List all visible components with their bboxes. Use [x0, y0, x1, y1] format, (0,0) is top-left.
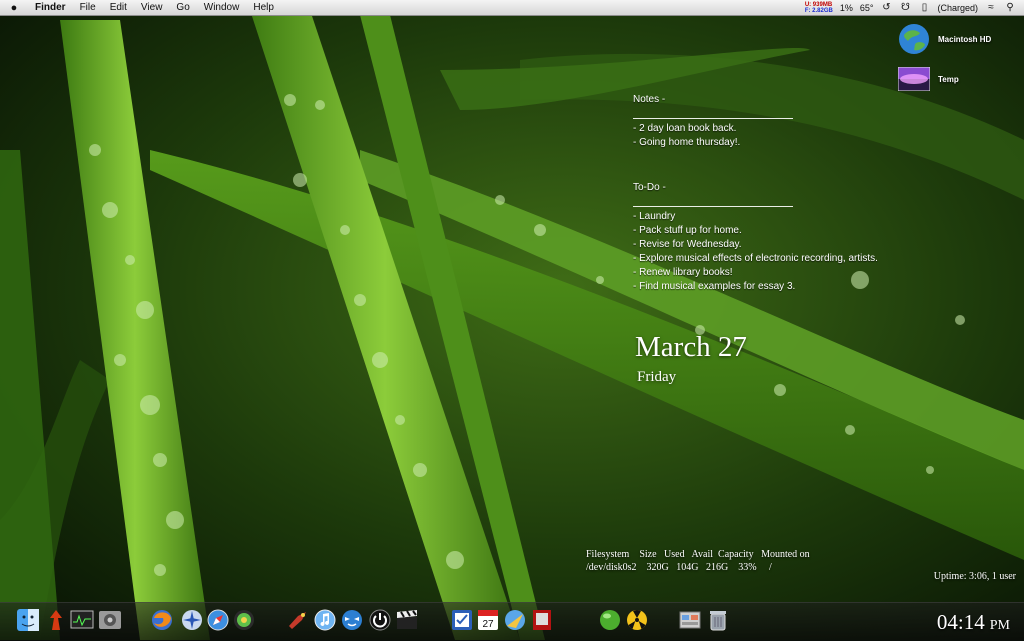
- headphones-icon[interactable]: ☋: [899, 2, 911, 14]
- cpu-usage[interactable]: 1%: [840, 3, 853, 13]
- notes-divider: [633, 118, 793, 119]
- system-prefs-icon[interactable]: [98, 608, 122, 632]
- desktop-icon-temp[interactable]: Temp: [898, 67, 959, 91]
- transmit-icon[interactable]: [286, 608, 310, 632]
- menu-help[interactable]: Help: [246, 0, 281, 15]
- stack-icon[interactable]: [44, 608, 68, 632]
- notes-item: - 2 day loan book back.: [633, 123, 737, 134]
- memory-free: F: 2.82GB: [804, 7, 833, 14]
- date-weekday: Friday: [637, 369, 677, 385]
- todo-item: - Revise for Wednesday.: [633, 239, 742, 250]
- quit-icon[interactable]: [368, 608, 392, 632]
- radiation-icon[interactable]: [625, 608, 649, 632]
- desktop-icon-label: Temp: [938, 74, 959, 84]
- notes-item: - Going home thursday!.: [633, 137, 741, 148]
- desktop-clock: 04:14 PM: [937, 610, 1010, 635]
- disk-usage-readout: Filesystem Size Used Avail Capacity Moun…: [586, 548, 810, 574]
- menu-edit[interactable]: Edit: [103, 0, 134, 15]
- todo-item: - Laundry: [633, 211, 676, 222]
- menu-file[interactable]: File: [73, 0, 103, 15]
- clock-time: 04:14: [936, 610, 985, 634]
- memory-monitor[interactable]: U: 939MB F: 2.82GB: [805, 2, 833, 14]
- firefox-icon[interactable]: [150, 608, 174, 632]
- menu-finder[interactable]: Finder: [28, 0, 73, 15]
- menu-bar: ● Finder File Edit View Go Window Help U…: [0, 0, 1024, 16]
- adium-icon[interactable]: [340, 608, 364, 632]
- temperature-readout[interactable]: 65°: [860, 3, 874, 13]
- todo-item: - Explore musical effects of electronic …: [633, 253, 878, 264]
- ical-icon[interactable]: 27: [476, 608, 500, 632]
- clapper-icon[interactable]: [395, 608, 419, 632]
- disk-usage-row: /dev/disk0s2 320G 104G 216G 33% /: [586, 562, 772, 573]
- todo-item: - Renew library books!: [633, 267, 733, 278]
- tasks-icon[interactable]: [450, 608, 474, 632]
- wifi-icon[interactable]: ≈: [985, 2, 997, 14]
- desktop-icon-macintosh-hd[interactable]: Macintosh HD: [898, 23, 991, 55]
- todo-item: - Find musical examples for essay 3.: [633, 281, 796, 292]
- menu-window[interactable]: Window: [197, 0, 247, 15]
- activity-monitor-icon[interactable]: [70, 608, 94, 632]
- desktop-icon-label: Macintosh HD: [938, 34, 992, 44]
- clock-ampm: PM: [989, 618, 1010, 633]
- svg-text:27: 27: [482, 619, 494, 630]
- todo-heading: To-Do -: [633, 182, 666, 193]
- green-ball-icon[interactable]: [598, 608, 622, 632]
- notes-widget: Notes - - 2 day loan book back. - Going …: [633, 93, 878, 294]
- photo-booth-icon[interactable]: [530, 608, 554, 632]
- disk-usage-header: Filesystem Size Used Avail Capacity Moun…: [586, 549, 810, 560]
- hard-drive-icon: [899, 24, 929, 54]
- apple-menu-icon[interactable]: ●: [0, 2, 28, 14]
- uptime-readout: Uptime: 3:06, 1 user: [933, 571, 1016, 582]
- finder-icon[interactable]: [16, 608, 40, 632]
- documents-stack-icon[interactable]: [678, 608, 702, 632]
- todo-item: - Pack stuff up for home.: [633, 225, 742, 236]
- itunes-icon[interactable]: [313, 608, 337, 632]
- menu-extras: U: 939MB F: 2.82GB 1% 65° ↺ ☋ ▯ (Charged…: [805, 2, 1024, 14]
- date-month-day: March 27: [635, 331, 747, 363]
- mail-icon[interactable]: [503, 608, 527, 632]
- safari-icon[interactable]: [206, 608, 230, 632]
- folder-icon: [898, 67, 930, 91]
- menu-go[interactable]: Go: [169, 0, 196, 15]
- trash-icon[interactable]: [706, 608, 730, 632]
- todo-divider: [633, 206, 793, 207]
- battery-icon[interactable]: ▯: [918, 2, 930, 14]
- time-machine-icon[interactable]: ↺: [880, 2, 892, 14]
- battery-status[interactable]: (Charged): [937, 3, 978, 13]
- aperture-icon[interactable]: [232, 608, 256, 632]
- compass-icon[interactable]: [180, 608, 204, 632]
- spotlight-search-icon[interactable]: ⚲: [1004, 2, 1016, 14]
- menu-view[interactable]: View: [134, 0, 170, 15]
- notes-heading: Notes -: [633, 94, 666, 105]
